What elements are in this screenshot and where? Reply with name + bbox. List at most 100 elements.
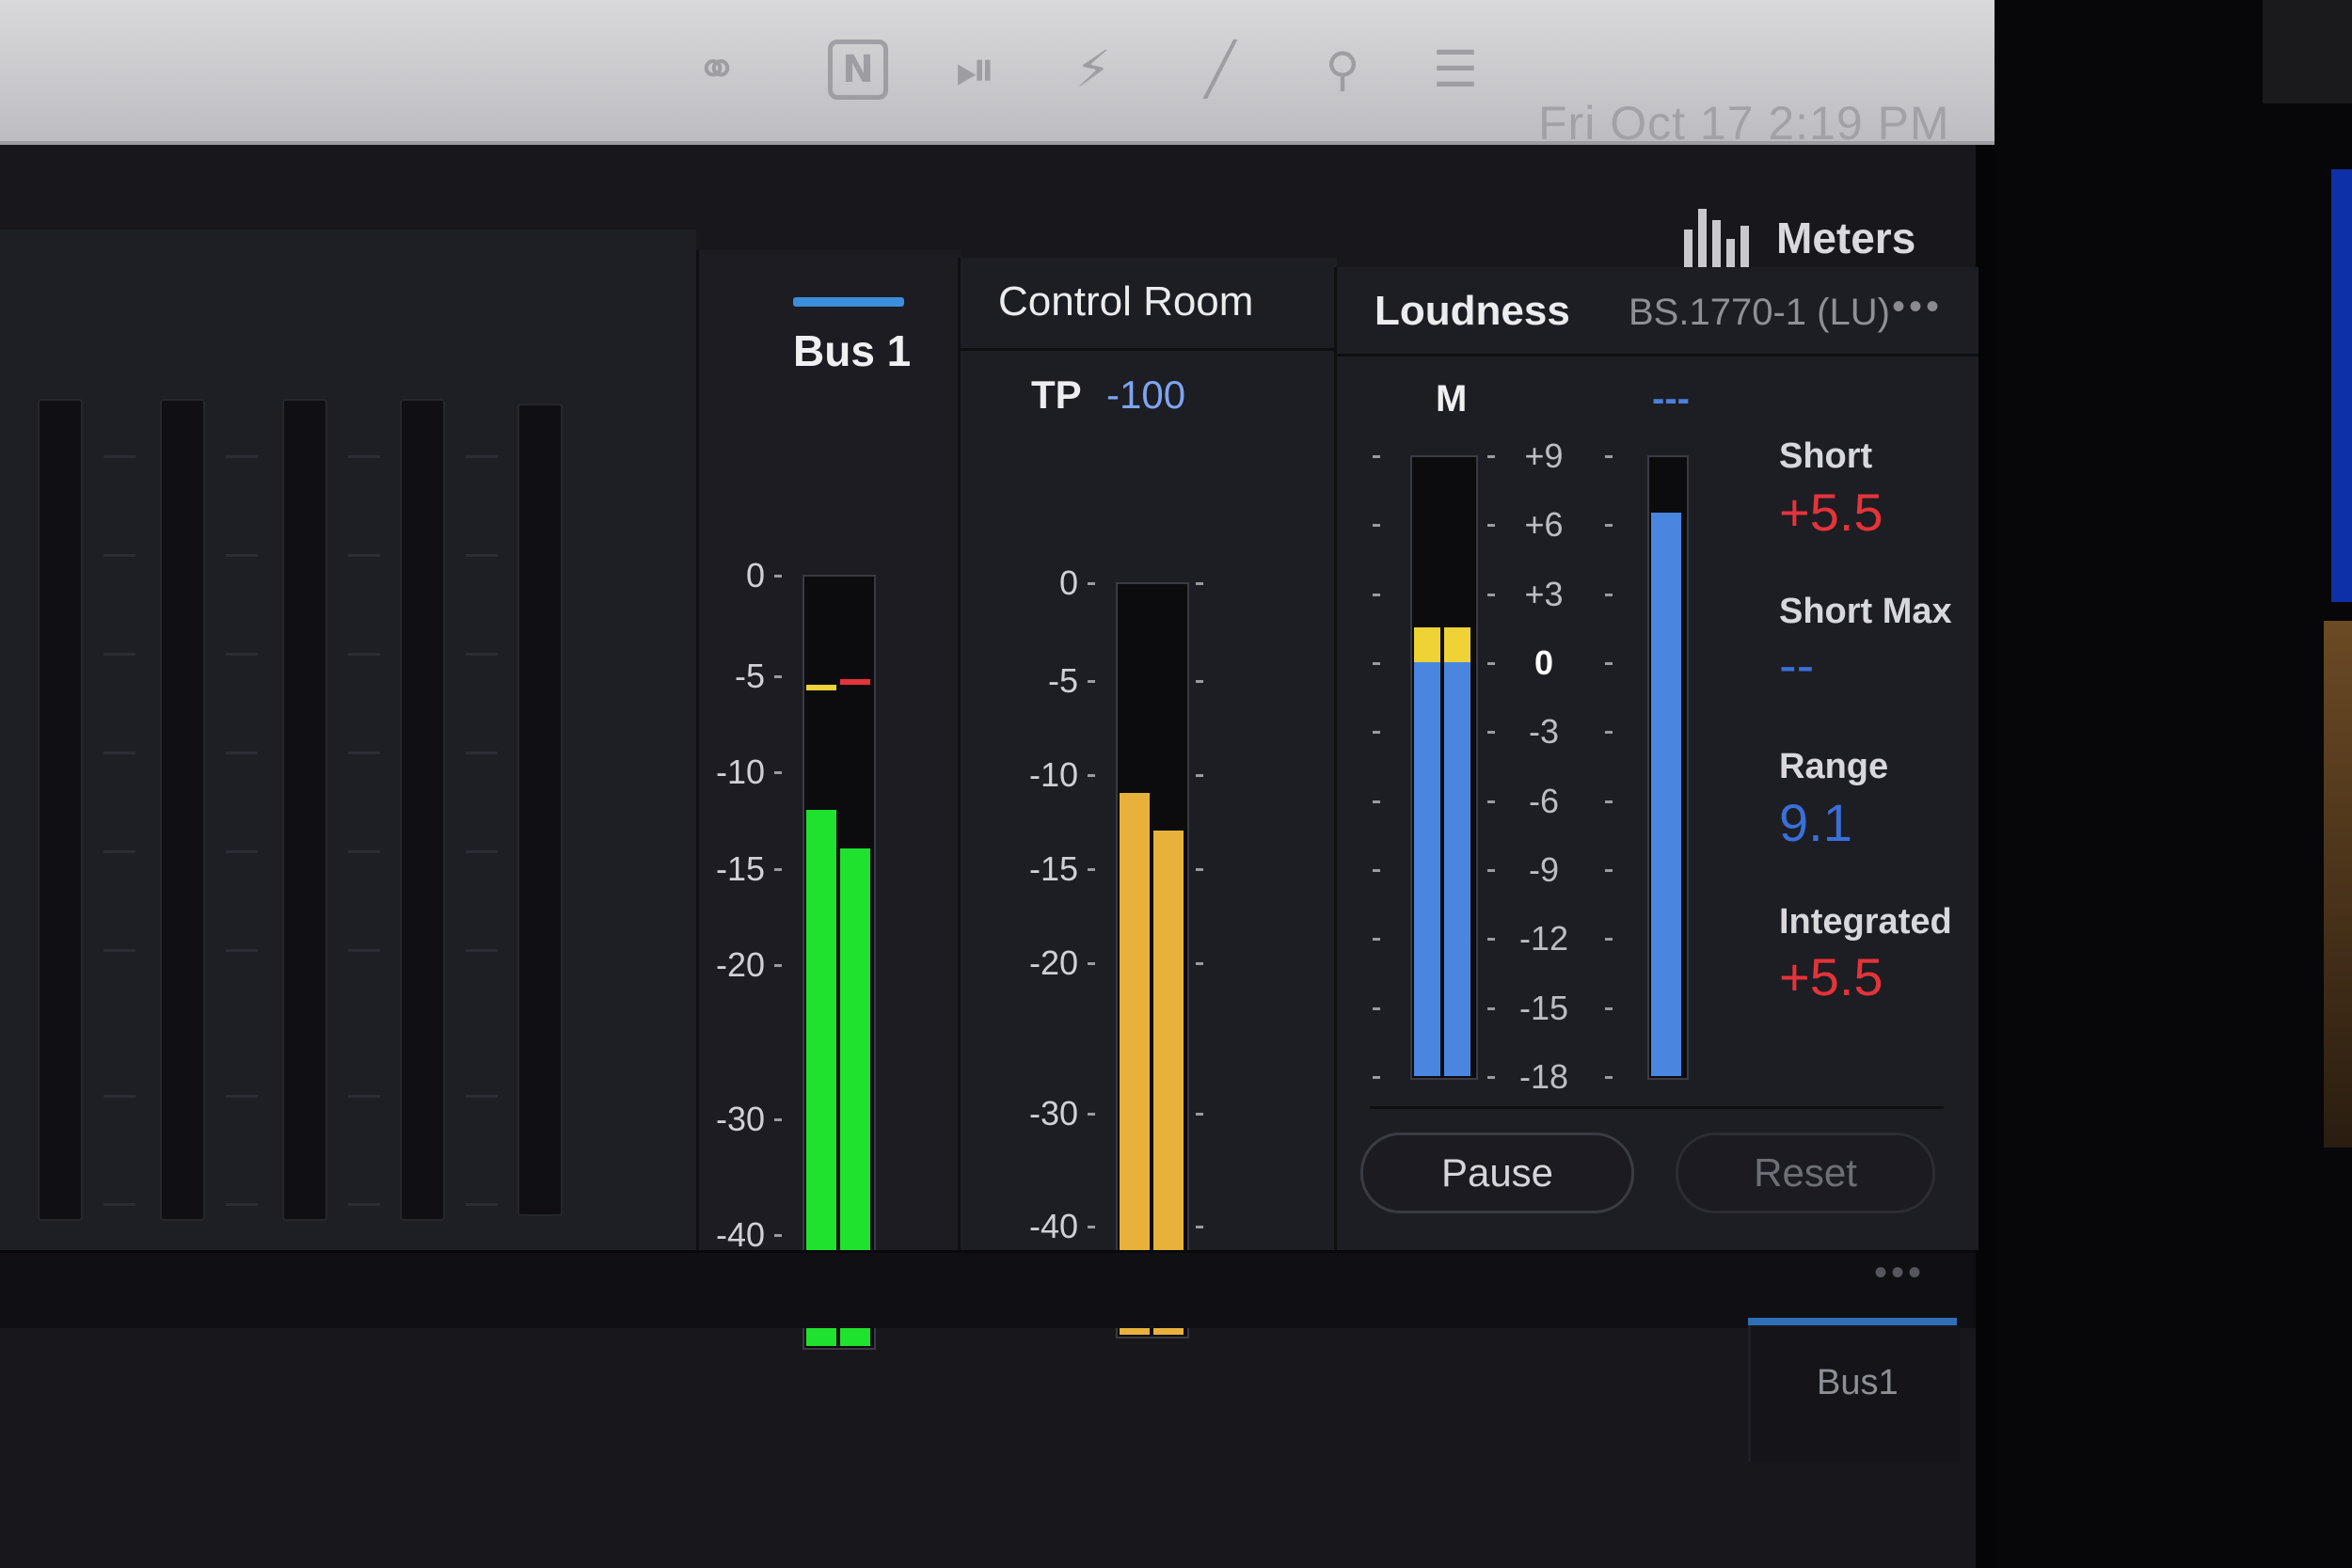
range-label: Range [1779,747,1889,786]
background-screen-glow [2331,169,2352,602]
scale-tick [1487,1006,1495,1010]
track-meter [38,399,83,1221]
scale-tick [1605,938,1613,942]
track-meter-tick [348,554,380,557]
bottom-toolbar [0,1250,1976,1328]
play-icon[interactable]: ⏯ [946,40,1006,100]
scale-tick [1487,1076,1495,1079]
reset-button[interactable]: Reset [1676,1132,1935,1213]
scale-tick [1088,1226,1095,1228]
creative-cloud-icon[interactable]: ⚭ [687,40,747,100]
integrated-meter-label: --- [1652,378,1690,420]
scale-tick [1605,731,1613,735]
scale-tick [1196,774,1203,777]
slash-icon[interactable]: ╱ [1190,40,1250,100]
track-meter-tick [226,949,258,952]
scale-label: -30 [715,1100,765,1139]
scale-tick [774,1118,782,1122]
track-meter-tick [466,1095,498,1098]
integrated-value: +5.5 [1779,947,1883,1006]
track-meter-tick [466,752,498,754]
scale-tick [1373,662,1380,665]
loudness-scale-label: -18 [1518,1057,1569,1096]
scale-label: -10 [1028,755,1078,794]
track-meter-tick [348,455,380,458]
track-meter-tick [226,1203,258,1206]
range-value: 9.1 [1779,793,1852,852]
scale-label: 0 [1058,563,1078,602]
scale-tick [1196,962,1203,965]
momentary-left-yellow [1414,627,1440,662]
loudness-standard-selector[interactable]: BS.1770-1 (LU) [1629,292,1890,334]
meters-window: Meters Bus 1 0-5-10-15-20-30-40-50 Contr… [0,145,1979,1568]
screen: ⚭ N ⏯ ⚡ ╱ ⚲ ☰ Fri Oct 17 2:19 PM Meters [0,0,2352,1568]
scale-label: 0 [745,556,765,594]
track-meter-tick [103,455,135,458]
control-center-icon[interactable]: ☰ [1425,40,1486,100]
scale-tick [1196,680,1203,683]
divider [1337,354,1979,356]
track-meter [282,399,327,1221]
track-meter-tick [103,653,135,656]
search-icon[interactable]: ⚲ [1312,40,1373,100]
track-meter-tick [226,1095,258,1098]
true-peak-label: TP [1031,372,1082,417]
track-meter-tick [226,554,258,557]
track-meter-tick [466,653,498,656]
scale-tick [1487,524,1495,528]
bolt-icon[interactable]: ⚡ [1063,40,1123,100]
short-label: Short [1779,436,1873,476]
scale-tick [774,964,782,968]
bus1-tab-label: Bus1 [1817,1363,1899,1402]
divider [961,348,1337,351]
loudness-options-icon[interactable]: ••• [1892,286,1943,328]
track-meter-tick [103,752,135,754]
menu-bar-clock: Fri Oct 17 2:19 PM [1538,97,1950,150]
scale-tick [1373,938,1380,942]
scale-tick [774,1234,782,1238]
loudness-scale-label: -6 [1528,781,1559,820]
loudness-scale-label: -15 [1518,988,1569,1027]
loudness-scale-label: -9 [1528,850,1559,889]
track-meter-tick [226,752,258,754]
bottom-options-icon[interactable]: ••• [1874,1252,1925,1294]
track-meter-tick [103,1203,135,1206]
scale-tick [1605,593,1613,596]
scale-label: -15 [1028,849,1078,888]
bus1-tab-indicator [1748,1318,1957,1325]
loudness-panel[interactable]: Loudness BS.1770-1 (LU) ••• M --- +9 +6 +3… [1334,267,1979,1250]
background-object [2263,0,2352,103]
track-meter-tick [226,850,258,853]
loudness-scale-label: +9 [1524,436,1564,475]
track-meter-tick [348,752,380,754]
meters-title: Meters [1776,214,1916,262]
scale-tick [1487,800,1495,803]
scale-tick [1487,938,1495,942]
control-room-panel[interactable]: Control Room TP -100 0-5-10-15-20-30-40-… [958,258,1337,1338]
track-meter-tick [103,949,135,952]
scale-tick [1487,869,1495,872]
scale-tick [1088,582,1095,585]
track-meter-tick [348,653,380,656]
scale-tick [1487,455,1495,458]
scale-tick [1373,524,1380,528]
track-meter [517,404,563,1216]
momentary-right-blue [1444,662,1470,1076]
track-meter-tick [226,653,258,656]
pause-button[interactable]: Pause [1360,1132,1634,1213]
momentary-right-yellow [1444,627,1470,662]
scale-label: -15 [715,848,765,888]
notion-icon[interactable]: N [828,40,888,100]
scale-tick [1605,524,1613,528]
loudness-scale-label: 0 [1534,643,1554,682]
track-meter-tick [466,455,498,458]
bus1-tab[interactable]: Bus1 [1748,1325,1960,1462]
bus1-meter-panel[interactable]: Bus 1 0-5-10-15-20-30-40-50 [696,250,961,1350]
scale-label: -5 [1047,661,1078,700]
loudness-scale-label: +6 [1524,505,1564,545]
loudness-scale-label: +3 [1524,574,1564,613]
track-meter-tick [348,1203,380,1206]
scale-tick [1373,455,1380,458]
scale-label: -20 [1028,943,1078,982]
track-meter-tick [226,455,258,458]
